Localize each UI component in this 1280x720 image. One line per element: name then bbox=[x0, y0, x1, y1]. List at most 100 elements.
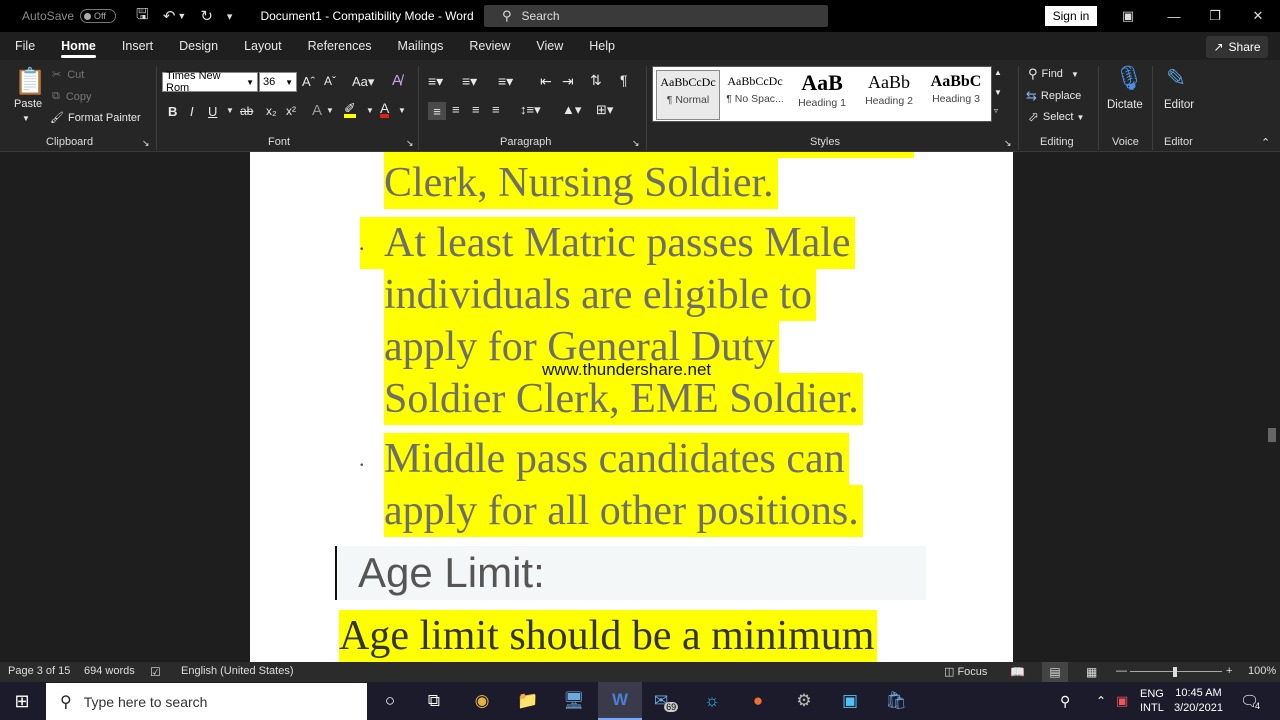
sort-icon[interactable]: ⇅ bbox=[590, 72, 602, 89]
style-normal[interactable]: AaBbCcDc ¶ Normal bbox=[656, 70, 720, 120]
zoom-out-icon[interactable]: — bbox=[1116, 665, 1127, 677]
bullets-icon[interactable]: ≡▾ bbox=[428, 73, 443, 90]
select-button[interactable]: ⬀ Select ▼ bbox=[1028, 109, 1084, 125]
subscript-icon[interactable]: x₂ bbox=[266, 104, 277, 118]
minimize-icon[interactable]: — bbox=[1151, 0, 1197, 32]
font-name-select[interactable]: Times New Rom ▼ bbox=[162, 70, 258, 94]
paste-button[interactable]: Paste bbox=[14, 98, 42, 110]
taskbar-search[interactable]: ⚲ Type here to search bbox=[46, 683, 367, 720]
search-box[interactable]: ⚲ Search bbox=[484, 5, 828, 27]
tab-file[interactable]: File bbox=[0, 32, 48, 60]
find-button[interactable]: ⚲ Find ▼ bbox=[1028, 66, 1079, 82]
numbering-icon[interactable]: ≡▾ bbox=[462, 73, 477, 90]
tray-app-icon[interactable]: ▣ bbox=[1116, 682, 1128, 720]
collapse-ribbon-icon[interactable]: ⌃ bbox=[1261, 136, 1270, 149]
document-page[interactable]: Clerk, Nursing Soldier. At least Matric … bbox=[250, 152, 1013, 662]
multilevel-list-icon[interactable]: ≡▾ bbox=[498, 73, 513, 90]
tab-mailings[interactable]: Mailings bbox=[385, 32, 457, 60]
zoom-slider-thumb[interactable] bbox=[1173, 667, 1177, 677]
font-size-select[interactable]: 36 ▼ bbox=[259, 72, 297, 92]
format-painter-button[interactable]: 🖌 Format Painter bbox=[50, 111, 141, 125]
line-spacing-icon[interactable]: ↕≡▾ bbox=[520, 102, 541, 118]
customize-toolbar-icon[interactable]: ▾ bbox=[227, 10, 233, 23]
tab-layout[interactable]: Layout bbox=[231, 32, 295, 60]
autosave-toggle[interactable]: Off bbox=[80, 9, 117, 23]
font-launcher-icon[interactable]: ↘ bbox=[406, 138, 414, 149]
tab-help[interactable]: Help bbox=[576, 32, 628, 60]
text-effects-dropdown-icon[interactable]: ▼ bbox=[326, 106, 334, 115]
highlight-dropdown-icon[interactable]: ▼ bbox=[366, 106, 374, 115]
style-heading-1[interactable]: AaB Heading 1 bbox=[790, 70, 854, 120]
underline-icon[interactable]: U bbox=[208, 104, 217, 119]
strikethrough-icon[interactable]: ab bbox=[240, 104, 253, 118]
settings-gear-icon[interactable]: ⚙ bbox=[782, 682, 826, 720]
screen-recorder-icon[interactable]: ▣ bbox=[828, 682, 872, 720]
grow-font-icon[interactable]: Aˆ bbox=[302, 74, 315, 89]
style-heading-2[interactable]: AaBb Heading 2 bbox=[857, 70, 921, 120]
italic-icon[interactable]: I bbox=[190, 104, 194, 119]
underline-dropdown-icon[interactable]: ▼ bbox=[226, 106, 234, 115]
notifications-icon[interactable]: 🗨 4 bbox=[1240, 682, 1260, 720]
proofing-icon[interactable]: ☑ bbox=[150, 665, 161, 679]
styles-more-icon[interactable]: ▿ bbox=[994, 106, 998, 115]
undo-icon[interactable]: ↶ bbox=[163, 7, 176, 25]
undo-dropdown-icon[interactable]: ▼ bbox=[177, 11, 186, 21]
read-mode-icon[interactable]: 📖 bbox=[1010, 665, 1025, 679]
web-layout-icon[interactable]: ▦ bbox=[1086, 665, 1097, 679]
align-center-icon[interactable]: ≡ bbox=[452, 102, 460, 117]
close-icon[interactable]: ✕ bbox=[1235, 0, 1280, 32]
print-layout-icon[interactable]: ▤ bbox=[1042, 662, 1068, 682]
cortana-icon[interactable]: ○ bbox=[368, 682, 412, 720]
align-right-icon[interactable]: ≡ bbox=[472, 102, 480, 117]
justify-icon[interactable]: ≡ bbox=[492, 102, 500, 117]
ribbon-display-options-icon[interactable]: ▣ bbox=[1105, 0, 1151, 32]
redo-icon[interactable]: ↻ bbox=[200, 7, 213, 25]
style-heading-3[interactable]: AaBbC Heading 3 bbox=[924, 70, 988, 120]
paragraph-launcher-icon[interactable]: ↘ bbox=[632, 138, 640, 149]
chrome-icon[interactable]: ◉ bbox=[460, 682, 504, 720]
highlighter-icon[interactable]: ✐ bbox=[344, 101, 356, 118]
language-indicator[interactable]: English (United States) bbox=[181, 665, 294, 677]
edge-icon[interactable]: ☼ bbox=[690, 682, 734, 720]
vertical-scrollbar[interactable] bbox=[1263, 152, 1280, 662]
tab-review[interactable]: Review bbox=[456, 32, 523, 60]
styles-scroll-down-icon[interactable]: ▼ bbox=[994, 88, 1002, 97]
superscript-icon[interactable]: x² bbox=[286, 104, 296, 118]
editor-button[interactable]: Editor bbox=[1164, 99, 1194, 111]
microphone-icon[interactable]: 🎙 bbox=[1114, 64, 1144, 93]
share-button[interactable]: ↗ Share bbox=[1206, 36, 1268, 58]
decrease-indent-icon[interactable]: ⇤ bbox=[540, 73, 552, 90]
paste-icon[interactable]: 📋 bbox=[14, 66, 46, 96]
paste-dropdown-icon[interactable]: ▼ bbox=[22, 114, 30, 123]
save-icon[interactable]: 🖫 bbox=[136, 4, 149, 29]
editor-pen-icon[interactable]: ✎ bbox=[1166, 64, 1186, 93]
tab-insert[interactable]: Insert bbox=[109, 32, 166, 60]
clock[interactable]: 10:45 AM 3/20/2021 bbox=[1174, 682, 1223, 720]
clear-formatting-icon[interactable]: A̸ bbox=[392, 72, 402, 89]
align-left-icon[interactable]: ≡ bbox=[428, 102, 446, 120]
windows-start-icon[interactable]: ⊞ bbox=[0, 682, 44, 720]
styles-launcher-icon[interactable]: ↘ bbox=[1004, 138, 1012, 149]
autosave-control[interactable]: AutoSave Off bbox=[22, 9, 117, 23]
people-icon[interactable]: ⚲ bbox=[1060, 682, 1070, 720]
copy-button[interactable]: ⧉ Copy bbox=[52, 90, 92, 103]
scrollbar-thumb[interactable] bbox=[1268, 428, 1276, 442]
show-formatting-icon[interactable]: ¶ bbox=[620, 72, 628, 88]
text-effects-icon[interactable]: A bbox=[312, 102, 322, 119]
zoom-level[interactable]: 100% bbox=[1248, 665, 1276, 677]
change-case-icon[interactable]: Aa▾ bbox=[352, 74, 374, 90]
shrink-font-icon[interactable]: Aˇ bbox=[324, 74, 336, 88]
word-icon[interactable]: W bbox=[598, 682, 642, 720]
page-count[interactable]: Page 3 of 15 bbox=[8, 665, 70, 677]
focus-button[interactable]: ◫ Focus bbox=[944, 665, 987, 678]
tab-home[interactable]: Home bbox=[48, 32, 109, 60]
task-view-icon[interactable]: ⧉ bbox=[412, 682, 456, 720]
replace-button[interactable]: ⇆ Replace bbox=[1026, 88, 1081, 104]
style-no-spacing[interactable]: AaBbCcDc ¶ No Spac... bbox=[723, 70, 787, 120]
tab-view[interactable]: View bbox=[523, 32, 576, 60]
app-icon[interactable]: 🖥 bbox=[552, 682, 596, 720]
dictate-button[interactable]: Dictate bbox=[1107, 99, 1143, 111]
tray-chevron-icon[interactable]: ⌃ bbox=[1096, 682, 1106, 720]
word-count[interactable]: 694 words bbox=[84, 665, 135, 677]
tab-design[interactable]: Design bbox=[166, 32, 231, 60]
